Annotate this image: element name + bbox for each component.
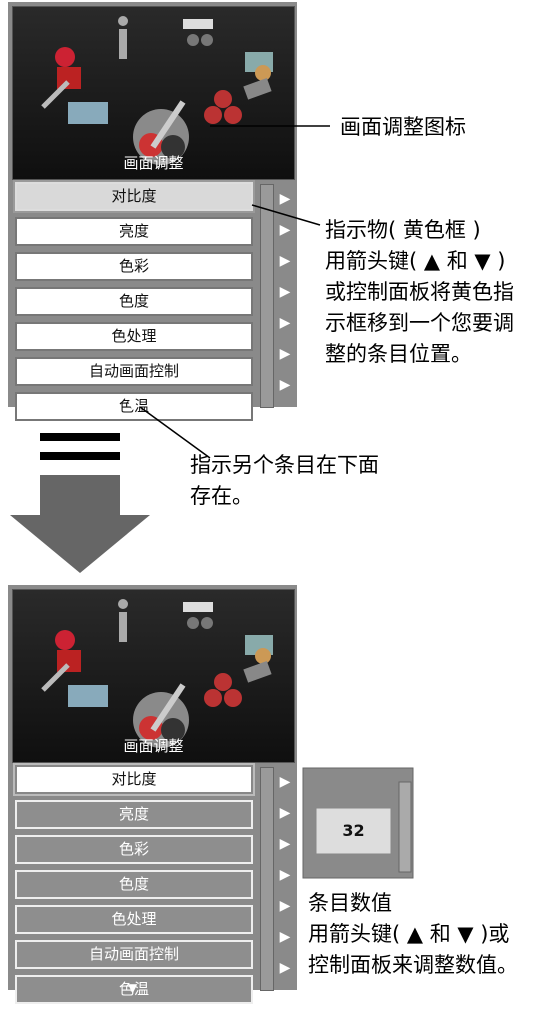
callout-line: 条目数值 — [308, 891, 392, 915]
remote-icon — [183, 602, 213, 629]
menu-item-color[interactable]: 色彩 — [15, 835, 253, 864]
menu-item-auto-picture-control[interactable]: 自动画面控制 — [15, 940, 253, 969]
arrow-icon: ▶ — [279, 898, 291, 914]
menu-item-contrast[interactable]: 对比度 — [13, 763, 255, 796]
position-icon — [68, 685, 108, 707]
callout-line: 整的条目位置。 — [325, 342, 472, 366]
callout-line: 指示另个条目在下面 — [190, 453, 379, 477]
callout-value: 条目数值 用箭头键( ▲ 和 ▼ )或 控制面板来调整数值。 — [308, 888, 518, 981]
menu-panel-bottom: 画面调整 对比度 亮度 色彩 色度 色处理 自动画面控制 色温 ▶ ▶ ▶ ▶ … — [8, 585, 297, 1004]
menu-items-bottom: 对比度 亮度 色彩 色度 色处理 自动画面控制 色温 — [12, 763, 257, 1010]
scroll-down-indicator-icon: ▼ — [128, 981, 138, 995]
info-icon — [118, 599, 128, 642]
icon-title: 画面调整 — [123, 737, 184, 755]
color-balls-icon — [204, 673, 242, 707]
arrow-icon: ▶ — [279, 805, 291, 821]
installation-icon — [41, 630, 81, 692]
arrow-icon: ▶ — [279, 960, 291, 976]
callout-indicator: 指示物( 黄色框 ) 用箭头键( ▲ 和 ▼ ) 或控制面板将黄色指 示框移到一… — [325, 215, 514, 370]
item-value[interactable]: 32 — [316, 808, 391, 854]
callout-line: 存在。 — [190, 484, 253, 508]
menu-item-color-management[interactable]: 色处理 — [15, 905, 253, 934]
scrollbar[interactable] — [260, 767, 274, 991]
arrow-icon: ▶ — [279, 867, 291, 883]
menu-item-brightness[interactable]: 亮度 — [15, 800, 253, 829]
callout-line: 用箭头键( ▲ 和 ▼ )或 — [308, 922, 510, 946]
callout-line: 指示物( 黄色框 ) — [325, 218, 481, 242]
icon-area-bottom: 画面调整 — [12, 589, 295, 763]
settings-icon — [243, 635, 273, 683]
arrow-icon: ▶ — [279, 774, 291, 790]
callout-icon-label: 画面调整图标 — [340, 115, 466, 139]
menu-item-tint[interactable]: 色度 — [15, 870, 253, 899]
callout-line: 用箭头键( ▲ 和 ▼ ) — [325, 249, 506, 273]
arrow-icon: ▶ — [279, 929, 291, 945]
callout-line: 示框移到一个您要调 — [325, 311, 514, 335]
callout-more-items: 指示另个条目在下面 存在。 — [190, 450, 379, 512]
arrow-icon: ▶ — [279, 836, 291, 852]
submenu-arrows: ▶ ▶ ▶ ▶ ▶ ▶ ▶ — [276, 767, 294, 984]
callout-line: 或控制面板将黄色指 — [325, 280, 514, 304]
callout-line: 控制面板来调整数值。 — [308, 953, 518, 977]
